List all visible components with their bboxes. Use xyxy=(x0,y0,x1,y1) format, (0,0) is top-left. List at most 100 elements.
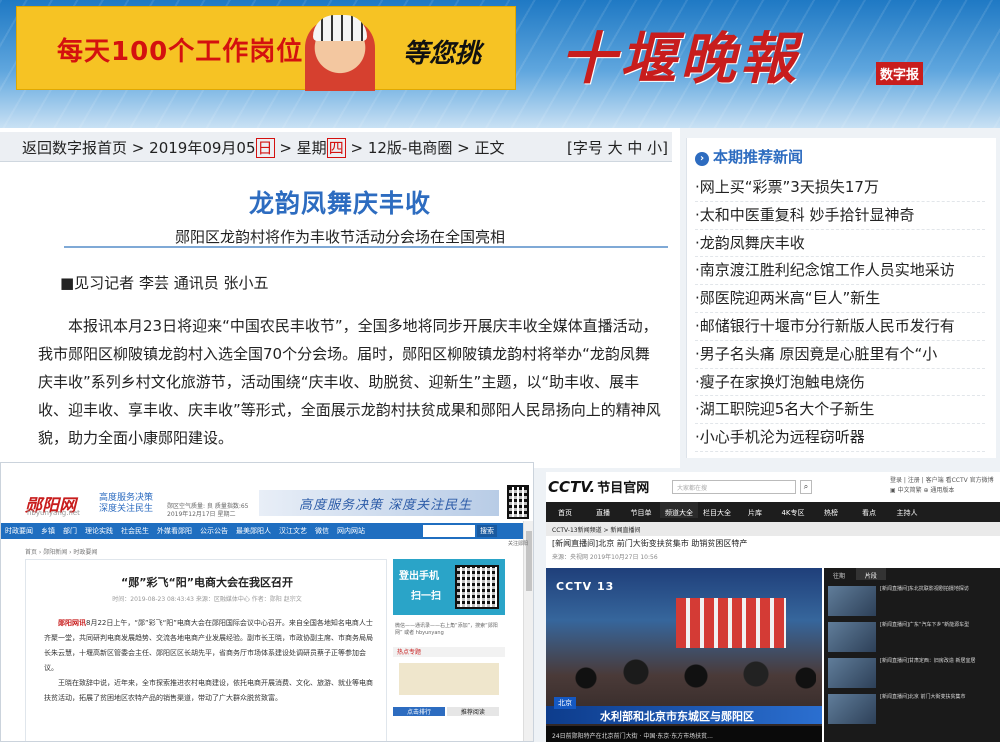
site-slogan: 高度服务决策 深度关注民生 xyxy=(99,493,154,514)
video-caption: 北京 水利部和北京市东城区与郧阳区 xyxy=(546,697,822,724)
video-date: 来源：央视网 2019年10月27日 10:56 xyxy=(552,554,658,561)
ad-slogan: 每天100个工作岗位 xyxy=(57,37,304,67)
nav-item[interactable]: 公示公告 xyxy=(200,527,228,535)
site-article-title: “郧”彩飞“阳”电商大会在我区召开 xyxy=(121,576,293,589)
tab-clips[interactable]: 片段 xyxy=(855,568,886,580)
cctv-logo[interactable]: CCTV. 节目官网 xyxy=(548,477,649,496)
nav-item[interactable]: 社会民生 xyxy=(121,527,149,535)
video-player[interactable]: CCTV 13 北京 水利部和北京市东城区与郧阳区 24日前郧阳特产在北京前门大… xyxy=(546,568,822,742)
search-input[interactable]: 大家都在搜 xyxy=(672,480,796,494)
news-ticker: 24日前郧阳特产在北京前门大街 · 中国·东京·东方市场扶贫... xyxy=(546,726,822,742)
news-link[interactable]: ·太和中医重复科 妙手拾针显神奇 xyxy=(695,202,985,230)
breadcrumb-separator: > xyxy=(350,139,364,157)
breadcrumb-home-link[interactable]: 返回数字报首页 xyxy=(22,139,127,157)
nav-item[interactable]: 最美郧阳人 xyxy=(236,527,271,535)
search-input[interactable] xyxy=(423,525,475,537)
breadcrumb-current: 正文 xyxy=(474,139,505,157)
cctv-nav: 首页 直播 节目单 频道大全 栏目大全 片库 4K专区 热榜 看点 主持人 xyxy=(546,502,1000,522)
news-link[interactable]: ·龙韵凤舞庆丰收 xyxy=(695,230,985,258)
breadcrumb-date[interactable]: 2019年09月05 xyxy=(149,139,255,157)
nav-item[interactable]: 频道大全 xyxy=(660,502,698,518)
article-byline: ■见习记者 李芸 通讯员 张小五 xyxy=(60,274,269,292)
news-link[interactable]: ·南京渡江胜利纪念馆工作人员实地采访 xyxy=(695,257,985,286)
news-link[interactable]: ·小心手机沦为远程窃听器 xyxy=(695,424,985,452)
nav-item[interactable]: 乡镇 xyxy=(41,527,55,535)
video-list-item[interactable]: [新闻直播间]北京 前门大街变扶贫集市 xyxy=(828,692,996,726)
newspaper-logo[interactable]: 十堰晚報 xyxy=(560,14,800,95)
air-quality: 郧区空气质量: 良 质量指数:65 2019年12月17日 星期二 xyxy=(167,503,249,518)
site-header: 郧阳网 hbyunyang.net 高度服务决策 深度关注民生 郧区空气质量: … xyxy=(1,463,533,521)
nav-item[interactable]: 热榜 xyxy=(812,502,850,518)
site-breadcrumb: 首页 › 郧阳新闻 › 时政要闻 xyxy=(25,549,98,556)
breadcrumb: 返回数字报首页 > 2019年09月05 日 > 星期四 > 12版-电商圈 > … xyxy=(0,132,672,162)
banner-ad[interactable]: 每天100个工作岗位 等您挑 xyxy=(16,6,516,91)
news-link[interactable]: ·湖工职院迎5名大个子新生 xyxy=(695,396,985,425)
video-list-item[interactable]: [新闻直播间]广东“汽车下乡”新能源车型 xyxy=(828,620,996,654)
nav-item[interactable]: 4K专区 xyxy=(774,502,812,518)
article-title: 龙韵凤舞庆丰收 xyxy=(248,189,431,218)
qr-code-icon xyxy=(455,565,499,609)
nav-item[interactable]: 片库 xyxy=(736,502,774,518)
cctv-header: CCTV. 节目官网 大家都在搜 ⌕ 登录 | 注册 | 客户端 看CCTV 官方… xyxy=(546,472,1000,502)
title-divider xyxy=(64,246,668,248)
news-link[interactable]: ·男子名头痛 原因竟是心脏里有个“小 xyxy=(695,341,985,369)
breadcrumb-separator: > xyxy=(457,139,470,157)
nav-item[interactable]: 直播 xyxy=(584,502,622,518)
nav-item[interactable]: 主持人 xyxy=(888,502,926,518)
breadcrumb-separator: > xyxy=(279,139,292,157)
ad-cyclist-image xyxy=(305,15,375,91)
font-size-switcher[interactable]: [字号 大 中 小] xyxy=(567,137,668,158)
tab-click-ranking[interactable]: 点击排行 xyxy=(393,707,445,716)
search-button[interactable]: 搜索 xyxy=(477,525,497,537)
nav-item[interactable]: 时政要闻 xyxy=(5,527,33,535)
qr-code-icon xyxy=(507,485,529,519)
lead-tag: 郧阳网讯 xyxy=(58,619,86,627)
tab-recommended[interactable]: 推荐阅读 xyxy=(446,707,499,716)
news-link[interactable]: ·郧医院迎两米高“巨人”新生 xyxy=(695,285,985,313)
breadcrumb-section-link[interactable]: 12版-电商圈 xyxy=(368,139,453,157)
ad-call-to-action: 等您挑 xyxy=(403,39,482,69)
video-list-item[interactable]: [新闻直播间]甘肃定西：旧房改造 新居宜居 xyxy=(828,656,996,690)
cctv-web-screenshot: CCTV. 节目官网 大家都在搜 ⌕ 登录 | 注册 | 客户端 看CCTV 官方… xyxy=(546,472,1000,742)
mobile-promo[interactable]: 登出手机 扫一扫 xyxy=(393,559,505,615)
nav-item[interactable]: 首页 xyxy=(546,502,584,518)
video-thumbnail xyxy=(828,658,876,688)
recommended-news-sidebar: › 本期推荐新闻 ·网上买“彩票”3天损失17万 ·太和中医重复科 妙手拾针显神奇… xyxy=(686,138,996,458)
nav-item[interactable]: 部门 xyxy=(63,527,77,535)
breadcrumb-weekday-char: 四 xyxy=(326,138,346,158)
site-sidebar: 登出手机 扫一扫 微信——通讯录——右上角“添加”，搜索“郧阳网” 或者 hby… xyxy=(393,559,505,741)
tab-past-episodes[interactable]: 往期 xyxy=(824,568,854,580)
wechat-hint: 微信——通讯录——右上角“添加”，搜索“郧阳网” 或者 hbyunyang xyxy=(395,623,498,636)
video-list-item[interactable]: [新闻直播间]东北抗联影视剧拍摄地探访 xyxy=(828,584,996,618)
nav-item[interactable]: 汉江文艺 xyxy=(279,527,307,535)
arrow-icon: › xyxy=(695,152,709,166)
channel-logo: CCTV 13 xyxy=(556,580,615,593)
recommended-news-list: ·网上买“彩票”3天损失17万 ·太和中医重复科 妙手拾针显神奇 ·龙韵凤舞庆丰… xyxy=(695,174,985,452)
nav-item[interactable]: 看点 xyxy=(850,502,888,518)
breadcrumb-day: 日 xyxy=(255,138,275,158)
scrollbar[interactable] xyxy=(523,521,533,741)
nav-item[interactable]: 理论实践 xyxy=(85,527,113,535)
nav-item[interactable]: 网内网站 xyxy=(337,527,365,535)
search-icon[interactable]: ⌕ xyxy=(800,480,812,494)
video-list-tabs: 往期 片段 xyxy=(824,568,1000,582)
yunyang-web-screenshot: 郧阳网 hbyunyang.net 高度服务决策 深度关注民生 郧区空气质量: … xyxy=(0,462,534,742)
market-tent xyxy=(676,598,786,648)
nav-item[interactable]: 节目单 xyxy=(622,502,660,518)
article-subtitle: 郧阳区龙韵村将作为丰收节活动分会场在全国亮相 xyxy=(174,228,505,246)
video-thumbnail xyxy=(828,622,876,652)
site-article-body: 郧阳网讯8月22日上午，“郧”彩飞“阳”电商大会在郧阳国际会议中心召开。来自全国… xyxy=(44,616,374,706)
news-link[interactable]: ·邮储银行十堰市分行新版人民币发行有 xyxy=(695,313,985,341)
nav-item[interactable]: 微信 xyxy=(315,527,329,535)
digital-edition-badge: 数字报 xyxy=(876,62,924,85)
nav-item[interactable]: 外媒看郧阳 xyxy=(157,527,192,535)
video-title: [新闻直播间]北京 前门大街变扶贫集市 助销贫困区特产 xyxy=(552,539,748,548)
nav-item[interactable]: 栏目大全 xyxy=(698,502,736,518)
topic-banner[interactable] xyxy=(399,663,499,695)
news-link[interactable]: ·瘦子在家换灯泡触电烧伤 xyxy=(695,369,985,397)
article-paragraph: 本报讯本月23日将迎来“中国农民丰收节”，全国多地将同步开展庆丰收全媒体直播活动… xyxy=(38,317,661,447)
site-article-meta: 时间：2019-08-23 08:43:43 来源：区融媒体中心 作者：郧阳 赵… xyxy=(112,596,302,603)
slogan-banner: 高度服务决策 深度关注民生 xyxy=(259,490,499,516)
account-links[interactable]: 登录 | 注册 | 客户端 看CCTV 官方微博 ▣ 中文简繁 ⊕ 通用版本 xyxy=(890,476,994,496)
news-link[interactable]: ·网上买“彩票”3天损失17万 xyxy=(695,174,985,202)
